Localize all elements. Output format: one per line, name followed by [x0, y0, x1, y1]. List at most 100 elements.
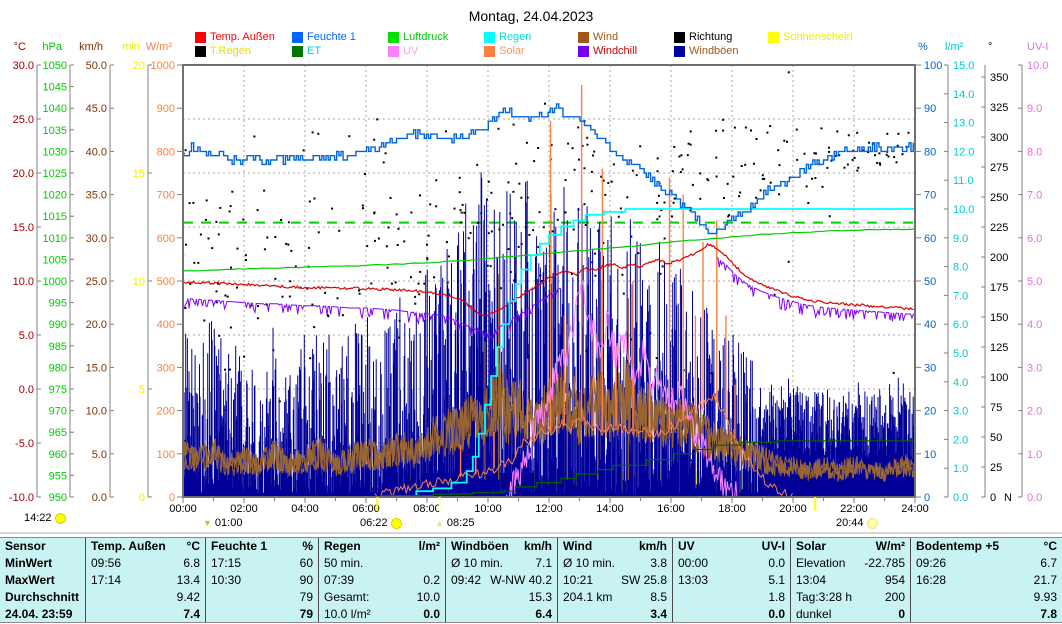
- svg-text:0: 0: [990, 492, 996, 504]
- table-column-bodentemp-5: Bodentemp +5°C09:266.716:2821.79.937.8: [910, 538, 1062, 622]
- table-cell-time: Gesamt:: [324, 590, 369, 604]
- svg-text:10.0: 10.0: [13, 276, 34, 288]
- table-header-label: Regen: [324, 539, 361, 553]
- svg-text:980: 980: [49, 362, 67, 374]
- svg-text:5.0: 5.0: [19, 330, 34, 342]
- table-cell-value: 6.4: [535, 607, 552, 621]
- statistics-table: SensorMinWertMaxWertDurchschnitt24.04. 2…: [0, 537, 1062, 623]
- svg-text:30: 30: [924, 362, 936, 374]
- svg-text:125: 125: [990, 342, 1008, 354]
- time-annotation-2044: 20:44: [836, 517, 878, 529]
- svg-text:5.0: 5.0: [953, 348, 968, 360]
- table-row: 24.04. 23:59: [0, 605, 85, 622]
- time-annotation-0622: 06:22: [360, 517, 402, 529]
- table-cell-time: 00:00: [678, 556, 708, 570]
- axis-min: 05101520: [133, 60, 152, 504]
- svg-text:10: 10: [133, 276, 145, 288]
- svg-text:16:00: 16:00: [657, 503, 685, 515]
- table-row: 17:1413.4: [86, 572, 205, 589]
- table-row: Gesamt:10.0: [319, 588, 445, 605]
- table-row: 1.8: [673, 588, 790, 605]
- svg-text:250: 250: [990, 192, 1008, 204]
- table-row: MinWert: [0, 555, 85, 572]
- table-column-windb-en: Windböenkm/hØ 10 min.7.109:42W-NW 40.215…: [445, 538, 557, 622]
- table-cell-value: 3.4: [650, 607, 667, 621]
- svg-text:06:00: 06:00: [352, 503, 380, 515]
- svg-text:00:00: 00:00: [169, 503, 197, 515]
- sun-pale-icon: [867, 518, 878, 529]
- svg-text:25: 25: [990, 462, 1002, 474]
- svg-text:12:00: 12:00: [535, 503, 563, 515]
- table-row: 17:1560: [206, 555, 318, 572]
- table-row: 09:42 W-NW 40.2: [446, 572, 557, 589]
- table-row: 10:21SW 25.8: [558, 572, 672, 589]
- table-cell-value: 6.8: [183, 556, 200, 570]
- axis-hPa: 9509559609659709759809859909951000100510…: [43, 60, 74, 504]
- svg-text:10: 10: [924, 449, 936, 461]
- svg-text:950: 950: [49, 492, 67, 504]
- table-cell-time: 17:15: [211, 556, 241, 570]
- table-cell-time: Tag:3:28 h: [796, 590, 852, 604]
- table-cell-time: Elevation: [796, 556, 845, 570]
- svg-text:90: 90: [924, 103, 936, 115]
- svg-text:325: 325: [990, 102, 1008, 114]
- table-cell-value: 0: [898, 607, 905, 621]
- svg-text:6.0: 6.0: [953, 319, 968, 331]
- svg-text:1035: 1035: [43, 125, 67, 137]
- svg-text:08:00: 08:00: [413, 503, 441, 515]
- svg-text:500: 500: [157, 276, 175, 288]
- time-annotation-0825: ▲08:25: [435, 517, 474, 529]
- table-header-label: Temp. Außen: [91, 539, 166, 553]
- table-row-label: 24.04. 23:59: [5, 607, 72, 621]
- table-cell-time: 09:26: [916, 556, 946, 570]
- table-row: 79: [206, 605, 318, 622]
- time-annotation-0100: ▼01:00: [203, 517, 242, 529]
- axis-°C: -10.0-5.00.05.010.015.020.025.030.0: [9, 60, 41, 504]
- weather-chart-svg: -10.0-5.00.05.010.015.020.025.030.095095…: [0, 0, 1062, 536]
- table-header-label: UV: [678, 539, 695, 553]
- svg-text:1.0: 1.0: [1027, 449, 1042, 461]
- svg-text:14:00: 14:00: [596, 503, 624, 515]
- table-cell-value: 21.7: [1034, 573, 1057, 587]
- annotation-time-label: 08:25: [447, 517, 475, 529]
- svg-text:15.0: 15.0: [86, 362, 107, 374]
- table-row: 09:566.8: [86, 555, 205, 572]
- svg-text:1040: 1040: [43, 103, 67, 115]
- svg-text:10:00: 10:00: [474, 503, 502, 515]
- table-cell-value: 0.0: [423, 607, 440, 621]
- svg-text:25.0: 25.0: [13, 114, 34, 126]
- svg-text:1015: 1015: [43, 211, 67, 223]
- axis-W/m²: 01002003004005006007008009001000: [151, 60, 183, 504]
- table-header-unit: °C: [187, 539, 200, 553]
- svg-text:20:00: 20:00: [779, 503, 807, 515]
- svg-text:1050: 1050: [43, 60, 67, 72]
- table-cell-value: W-NW 40.2: [490, 573, 552, 587]
- svg-text:35.0: 35.0: [86, 190, 107, 202]
- svg-text:0.0: 0.0: [953, 492, 968, 504]
- svg-text:200: 200: [157, 406, 175, 418]
- table-cell-time: 09:42: [451, 573, 481, 587]
- svg-text:18:00: 18:00: [718, 503, 746, 515]
- svg-text:12.0: 12.0: [953, 146, 974, 158]
- svg-text:100: 100: [157, 449, 175, 461]
- table-cell-value: 1.8: [768, 590, 785, 604]
- svg-text:965: 965: [49, 427, 67, 439]
- axis-unit-label: UV-I: [1027, 41, 1048, 53]
- svg-text:300: 300: [990, 132, 1008, 144]
- table-row: Tag:3:28 h200: [791, 588, 910, 605]
- svg-text:900: 900: [157, 103, 175, 115]
- table-header-row: Temp. Außen °C: [86, 538, 205, 555]
- table-cell-time: 13:03: [678, 573, 708, 587]
- table-cell-value: 9.93: [1034, 590, 1057, 604]
- table-header-row: Windböenkm/h: [446, 538, 557, 555]
- table-header-unit: km/h: [639, 539, 667, 553]
- svg-text:20.0: 20.0: [13, 168, 34, 180]
- svg-text:15: 15: [133, 168, 145, 180]
- table-header-unit: W/m²: [876, 539, 905, 553]
- table-cell-value: 0.0: [768, 556, 785, 570]
- axis-unit-label: l/m²: [945, 41, 964, 53]
- table-header-row: Windkm/h: [558, 538, 672, 555]
- svg-text:30.0: 30.0: [86, 233, 107, 245]
- table-cell-value: SW 25.8: [621, 573, 667, 587]
- table-column-wind: Windkm/hØ 10 min.3.810:21SW 25.8204.1 km…: [557, 538, 672, 622]
